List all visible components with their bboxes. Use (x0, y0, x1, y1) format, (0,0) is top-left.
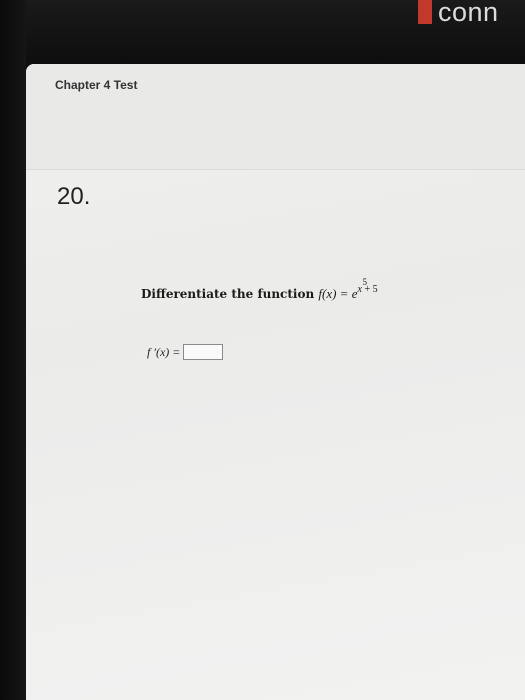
function-lhs: f(x) = (318, 286, 352, 301)
page-title: Chapter 4 Test (55, 78, 138, 92)
brand-logo: conn (418, 0, 499, 27)
function-expression: f(x) = ex 5 + 5 (318, 277, 377, 301)
question-number: 20. (57, 183, 91, 210)
logo-mark-icon (418, 0, 432, 24)
exponent-power: 5 (362, 277, 367, 287)
question-prompt: Differentiate the function f(x) = ex 5 + … (141, 277, 378, 302)
test-page: Chapter 4 Test 20. Differentiate the fun… (26, 64, 525, 700)
answer-row: f ′(x) = (147, 344, 224, 360)
answer-input[interactable] (183, 344, 224, 360)
question-text: Differentiate the function (141, 287, 315, 301)
screen: conn Chapter 4 Test 20. Differentiate th… (0, 0, 525, 700)
logo-text: conn (438, 0, 499, 27)
function-exponent: x5 + 5 (357, 277, 377, 295)
answer-label: f ′(x) = (147, 344, 181, 359)
monitor-bezel-left (0, 0, 26, 700)
